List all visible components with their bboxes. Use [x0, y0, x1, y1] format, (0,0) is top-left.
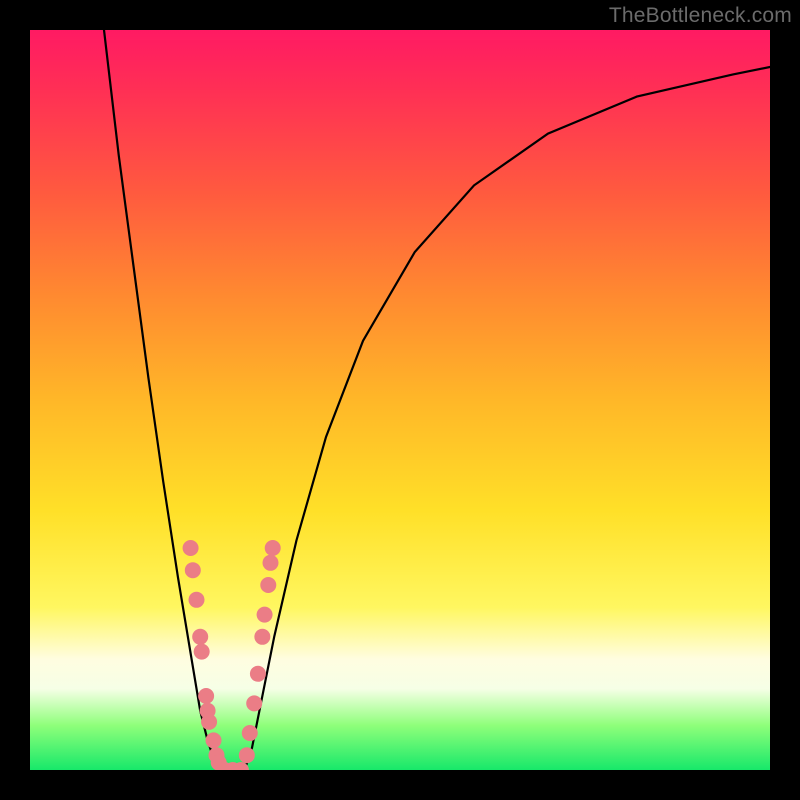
marker-dot: [198, 688, 214, 704]
marker-dot: [254, 629, 270, 645]
marker-dot: [183, 540, 199, 556]
marker-dot: [265, 540, 281, 556]
marker-dot: [239, 747, 255, 763]
marker-dot: [250, 666, 266, 682]
marker-dot: [189, 592, 205, 608]
marker-dot: [246, 695, 262, 711]
marker-dot: [201, 714, 217, 730]
marker-dot: [206, 732, 222, 748]
chart-svg: [30, 30, 770, 770]
marker-dot: [260, 577, 276, 593]
marker-dot: [263, 555, 279, 571]
marker-dot: [194, 644, 210, 660]
marker-group: [183, 540, 281, 770]
outer-frame: TheBottleneck.com: [0, 0, 800, 800]
marker-dot: [242, 725, 258, 741]
marker-dot: [192, 629, 208, 645]
watermark-text: TheBottleneck.com: [609, 4, 792, 28]
marker-dot: [257, 607, 273, 623]
marker-dot: [185, 562, 201, 578]
plot-area: [30, 30, 770, 770]
series-right-curve: [245, 67, 770, 770]
